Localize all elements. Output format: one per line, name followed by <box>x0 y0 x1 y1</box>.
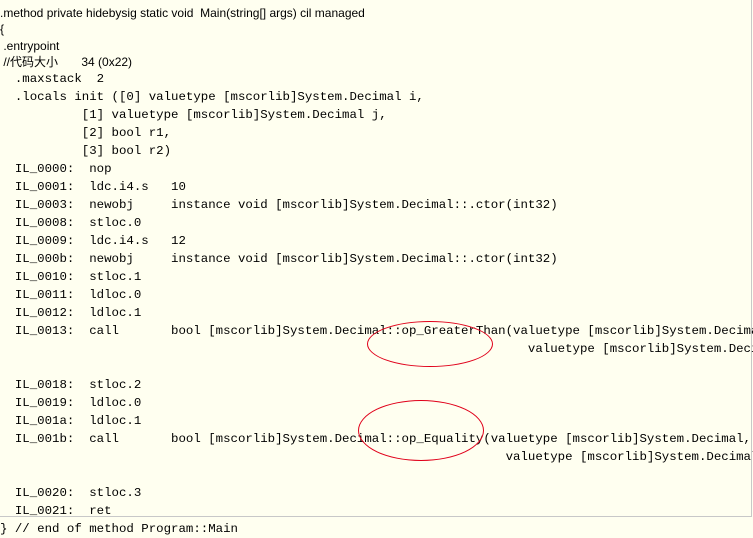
il-code-line: IL_0003: newobj instance void [mscorlib]… <box>0 198 558 212</box>
il-code-line: IL_0001: ldc.i4.s 10 <box>0 180 186 194</box>
il-code-line: } // end of method Program::Main <box>0 522 238 536</box>
il-code-line: IL_0018: stloc.2 <box>0 378 142 392</box>
method-header: .method private hidebysig static void Ma… <box>0 6 365 20</box>
il-code-line: IL_0008: stloc.0 <box>0 216 142 230</box>
code-size-comment: //代码大小 34 (0x22) <box>0 55 133 69</box>
il-code-line: [1] valuetype [mscorlib]System.Decimal j… <box>0 108 387 122</box>
il-code-line: IL_0019: ldloc.0 <box>0 396 142 410</box>
il-code-line: IL_000b: newobj instance void [mscorlib]… <box>0 252 558 266</box>
open-brace: { <box>0 22 5 36</box>
il-code-line: .locals init ([0] valuetype [mscorlib]Sy… <box>0 90 424 104</box>
il-code-line: IL_0011: ldloc.0 <box>0 288 142 302</box>
il-code-line: IL_0009: ldc.i4.s 12 <box>0 234 186 248</box>
il-code-line: .maxstack 2 <box>0 72 105 86</box>
il-code-line: IL_0021: ret <box>0 504 112 518</box>
il-code-line: IL_0000: nop <box>0 162 112 176</box>
il-code-line: IL_0012: ldloc.1 <box>0 306 142 320</box>
highlight-ellipse-op-greaterthan <box>367 321 493 367</box>
il-code-line: IL_001a: ldloc.1 <box>0 414 142 428</box>
il-code-line: [2] bool r1, <box>0 126 172 140</box>
il-code-line: IL_0010: stloc.1 <box>0 270 142 284</box>
il-code-line: IL_0020: stloc.3 <box>0 486 142 500</box>
il-code-view: .method private hidebysig static void Ma… <box>0 0 753 536</box>
highlight-ellipse-op-equality <box>358 400 484 461</box>
il-code-line: [3] bool r2) <box>0 144 172 158</box>
